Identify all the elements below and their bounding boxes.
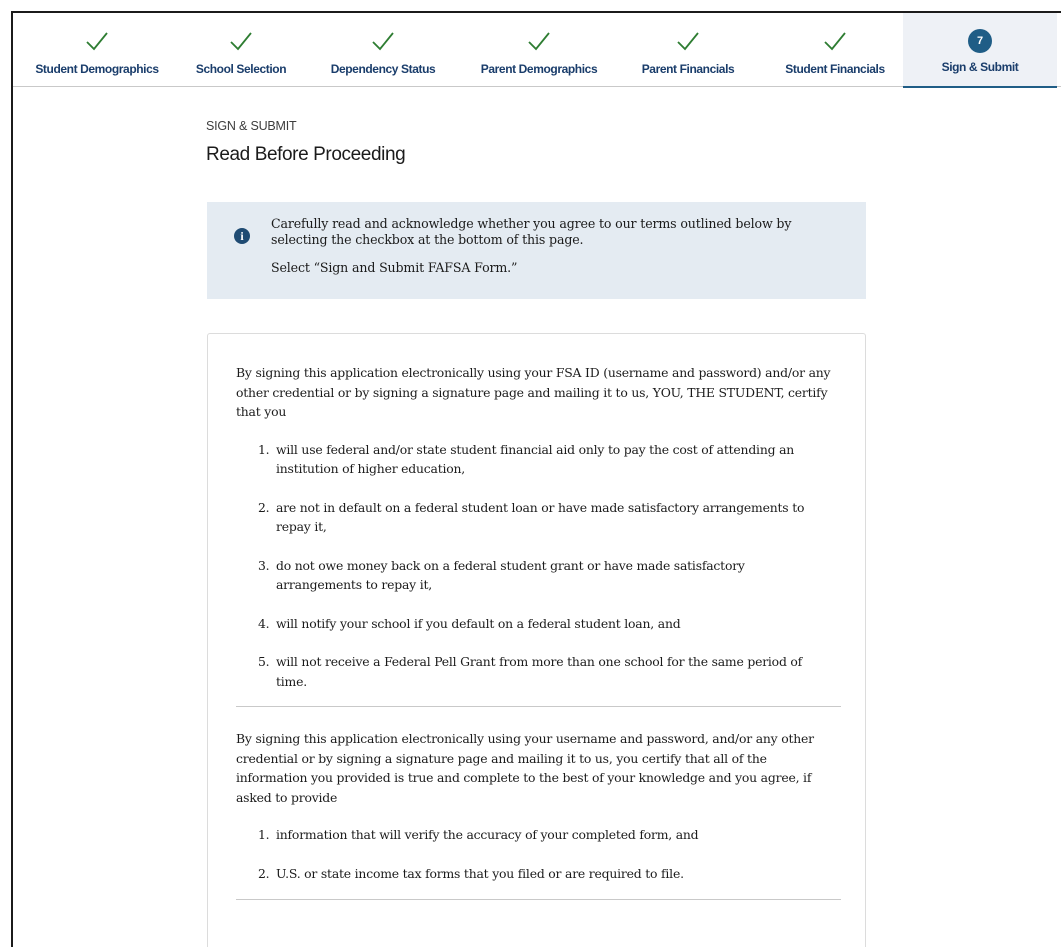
student-certification-intro: By signing this application electronical… [236, 365, 831, 419]
checkmark-icon [229, 23, 253, 59]
step-student-financials[interactable]: Student Financials [765, 13, 905, 87]
list-number: 2. [258, 499, 270, 515]
terms-card: By signing this application electronical… [207, 333, 866, 947]
list-item: 2. are not in default on a federal studen… [258, 498, 841, 537]
checkmark-icon [676, 23, 700, 59]
student-certification-list: 1. will use federal and/or state student … [236, 440, 841, 692]
step-navigation: Student Demographics School Selection De… [13, 13, 1061, 88]
information-certification-list: 1. information that will verify the accur… [236, 825, 841, 883]
list-number: 5. [258, 654, 270, 669]
list-number: 1. [258, 827, 270, 842]
step-parent-financials[interactable]: Parent Financials [623, 13, 753, 87]
list-text: will notify your school if you default o… [276, 615, 681, 631]
terms-content: By signing this application electronical… [236, 363, 841, 900]
alert-text: Carefully read and acknowledge whether y… [271, 216, 841, 276]
list-text: information that will verify the accurac… [276, 827, 699, 842]
list-number: 4. [258, 615, 270, 631]
checkmark-icon [823, 23, 847, 59]
step-number-badge: 7 [968, 29, 992, 53]
section-divider [236, 706, 841, 707]
step-parent-demographics[interactable]: Parent Demographics [469, 13, 609, 87]
list-text: are not in default on a federal student … [276, 499, 805, 535]
step-number-mark: 7 [968, 23, 992, 59]
app-frame: Student Demographics School Selection De… [11, 11, 1061, 947]
step-label: Sign & Submit [941, 60, 1019, 74]
list-text: will use federal and/or state student fi… [276, 441, 795, 477]
step-school-selection[interactable]: School Selection [185, 13, 297, 87]
checkmark-icon [85, 23, 109, 59]
section-divider [236, 899, 841, 900]
step-label: Dependency Status [330, 62, 436, 76]
list-item: 2. U.S. or state income tax forms that yo… [258, 864, 841, 884]
page-title: Read Before Proceeding [206, 144, 406, 165]
list-number: 1. [258, 441, 270, 457]
list-number: 3. [258, 557, 270, 573]
info-icon: i [234, 228, 250, 244]
list-number: 2. [258, 865, 270, 881]
step-label: Parent Financials [641, 62, 735, 76]
alert-select-instruction: Select “Sign and Submit FAFSA Form.” [271, 260, 518, 275]
step-label: Student Financials [785, 62, 885, 76]
step-label: School Selection [195, 62, 287, 76]
checkmark-icon [527, 23, 551, 59]
step-label: Parent Demographics [480, 62, 598, 76]
list-item: 5. will not receive a Federal Pell Grant … [258, 652, 841, 691]
checkmark-icon [371, 23, 395, 59]
list-text: do not owe money back on a federal stude… [276, 557, 745, 593]
step-student-demographics[interactable]: Student Demographics [27, 13, 167, 87]
list-text: U.S. or state income tax forms that you … [276, 865, 684, 881]
step-dependency-status[interactable]: Dependency Status [313, 13, 453, 87]
alert-instruction: Carefully read and acknowledge whether y… [271, 216, 792, 247]
list-item: 1. information that will verify the accur… [258, 825, 841, 845]
list-text: will not receive a Federal Pell Grant fr… [276, 654, 803, 689]
info-alert: i Carefully read and acknowledge whether… [207, 202, 866, 299]
list-item: 1. will use federal and/or state student … [258, 440, 841, 479]
step-label: Student Demographics [35, 62, 159, 76]
section-eyebrow: SIGN & SUBMIT [206, 119, 297, 133]
list-item: 3. do not owe money back on a federal stu… [258, 556, 841, 595]
information-certification-intro: By signing this application electronical… [236, 731, 814, 805]
step-sign-and-submit[interactable]: 7 Sign & Submit [903, 13, 1057, 88]
list-item: 4. will notify your school if you default… [258, 614, 841, 634]
